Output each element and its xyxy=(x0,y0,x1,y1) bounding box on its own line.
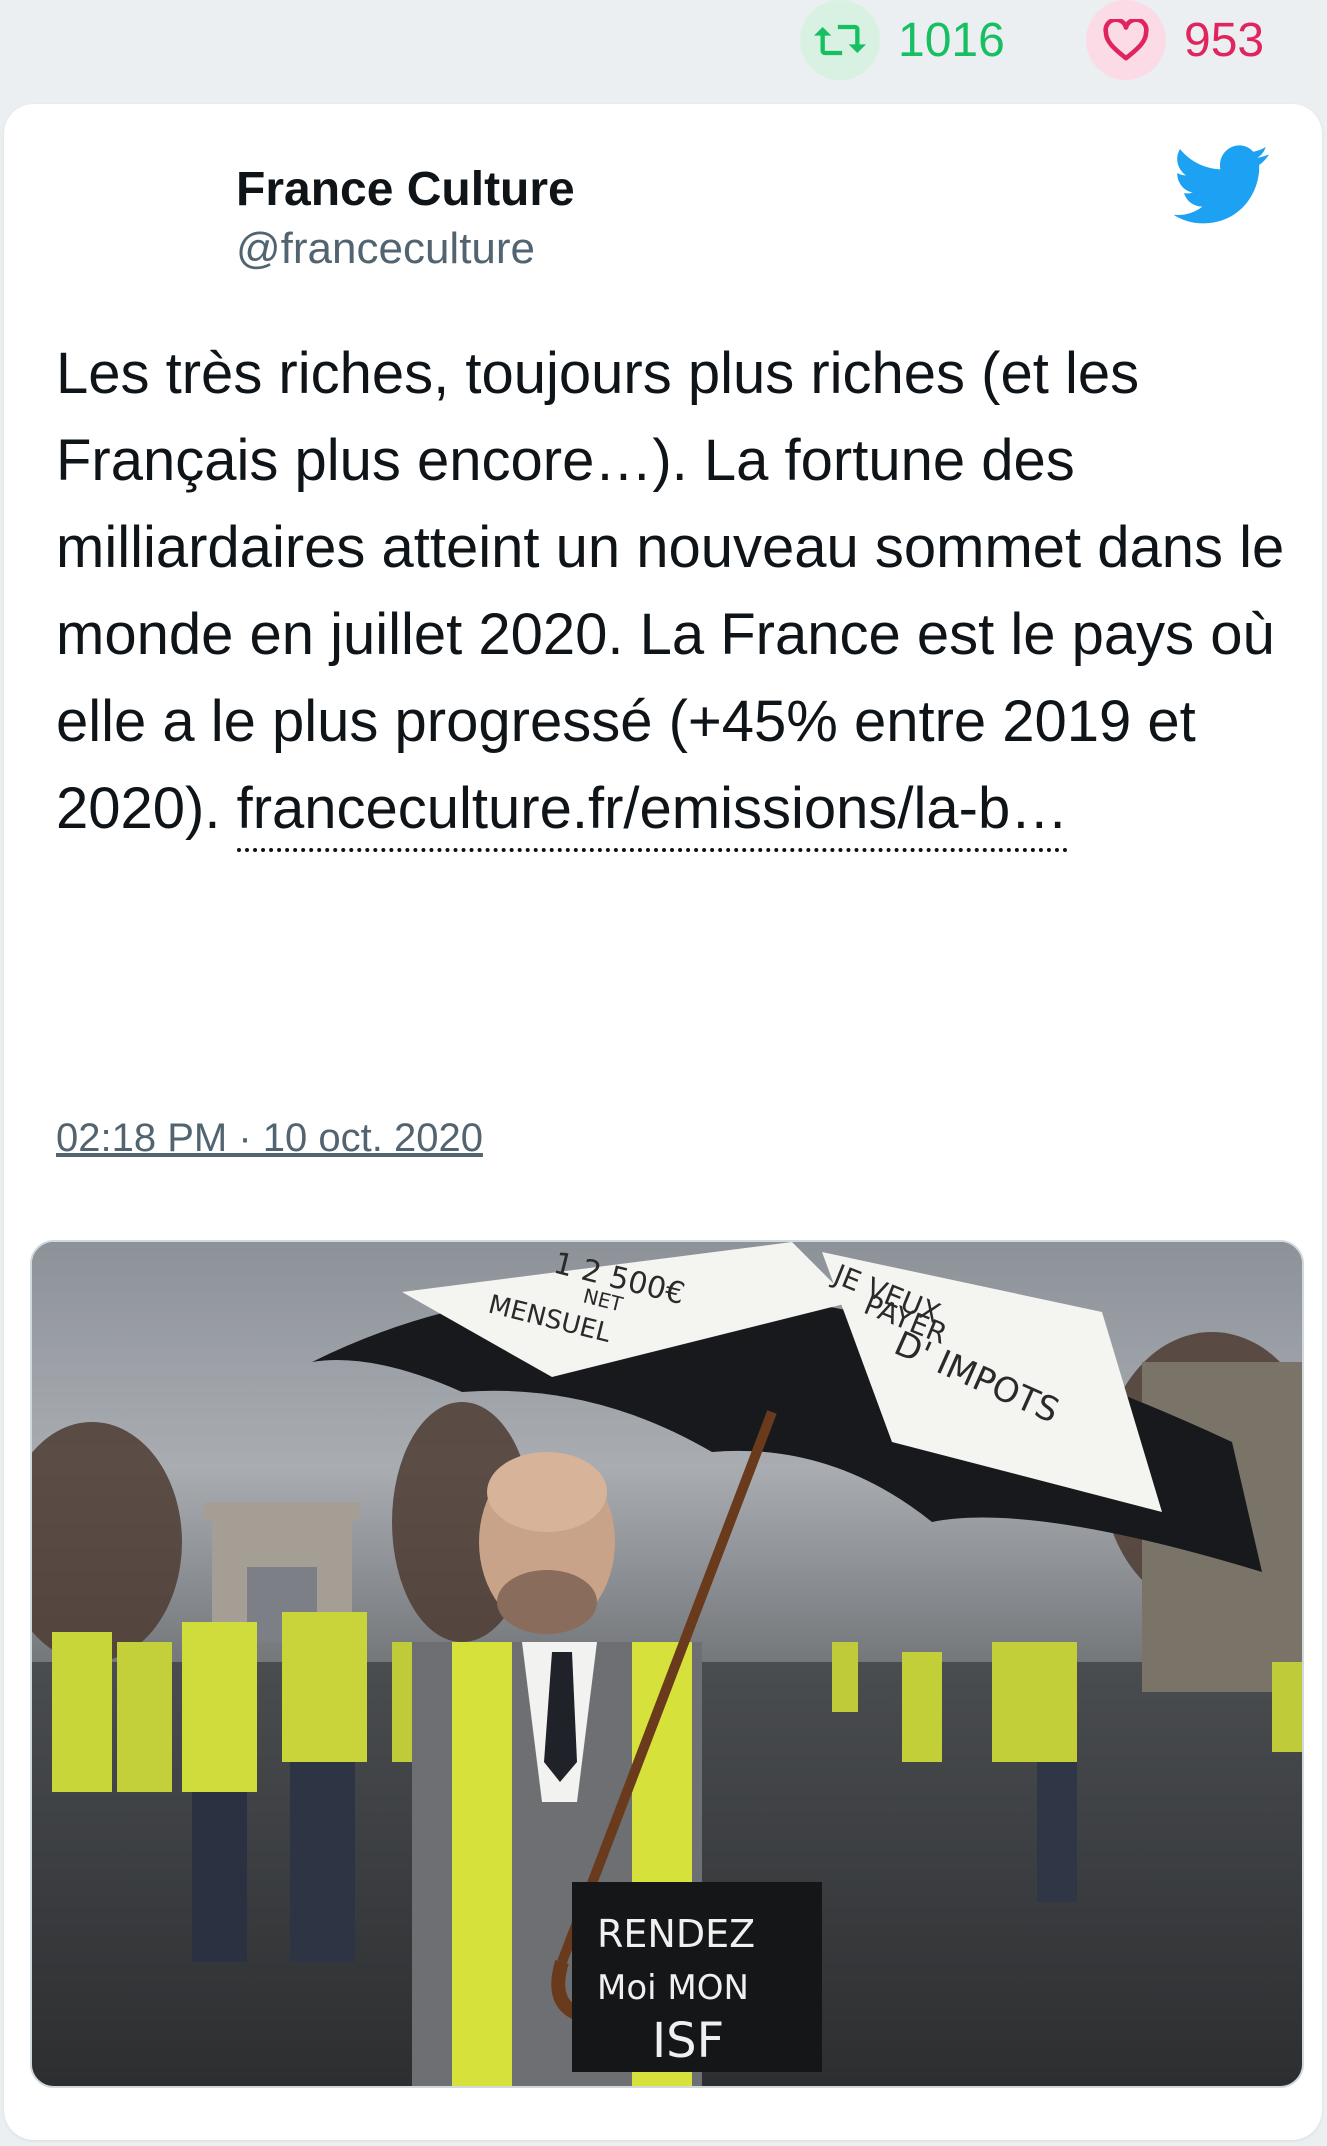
like-count: 953 xyxy=(1184,13,1265,67)
tweet-link[interactable]: franceculture.fr/emissions/la-b… xyxy=(236,770,1069,852)
heart-icon xyxy=(1086,0,1166,80)
tweet-text: Les très riches, toujours plus riches (e… xyxy=(56,341,1285,841)
like-count-stat[interactable]: 953 xyxy=(1086,0,1265,80)
twitter-bird-icon[interactable] xyxy=(1173,144,1270,226)
chest-sign: RENDEZ Moi MON ISF xyxy=(572,1882,822,2072)
chest-sign-line3: ISF xyxy=(652,2013,724,2069)
author-handle[interactable]: @franceculture xyxy=(236,224,535,274)
tweet-timestamp[interactable]: 02:18 PM · 10 oct. 2020 xyxy=(56,1116,483,1161)
tweet-stats-bar: 1016 953 xyxy=(0,0,1327,100)
tweet-photo[interactable]: 1 2 500€ NET MENSUEL JE VEUX PAYER D' IM… xyxy=(30,1240,1304,2088)
retweet-count-stat[interactable]: 1016 xyxy=(800,0,1005,80)
retweet-count: 1016 xyxy=(898,13,1005,67)
tweet-card: France Culture @franceculture Les très r… xyxy=(4,104,1322,2140)
author-name[interactable]: France Culture xyxy=(236,162,575,217)
tweet-body: Les très riches, toujours plus riches (e… xyxy=(56,330,1286,852)
chest-sign-line1: RENDEZ xyxy=(597,1912,755,1956)
retweet-icon xyxy=(800,0,880,80)
chest-sign-line2: Moi MON xyxy=(597,1968,749,2008)
